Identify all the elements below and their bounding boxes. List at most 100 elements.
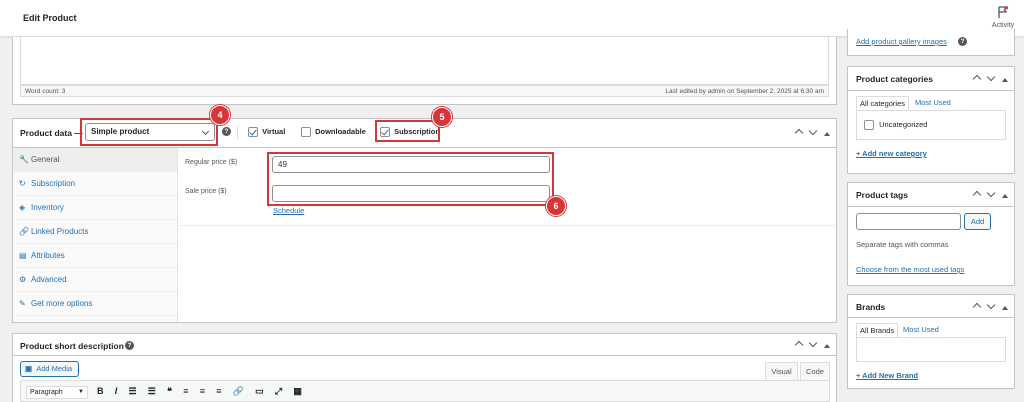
move-up-icon[interactable]	[972, 190, 982, 200]
add-media-button[interactable]: ▣ Add Media	[20, 361, 79, 377]
editor-status-bar: Word count: 3 Last edited by admin on Se…	[20, 85, 829, 97]
toggle-icon[interactable]	[1002, 306, 1008, 310]
annotation-box-5	[375, 120, 440, 142]
bold-icon[interactable]: B	[97, 386, 104, 396]
choose-most-used-tags-link[interactable]: Choose from the most used tags	[856, 265, 964, 274]
format-select[interactable]: Paragraph ▼	[26, 386, 88, 399]
tag-input[interactable]	[856, 213, 961, 230]
category-label: Uncategorized	[879, 120, 928, 129]
toggle-icon[interactable]	[824, 344, 830, 348]
toggle-icon[interactable]	[1002, 194, 1008, 198]
move-down-icon[interactable]	[986, 72, 996, 82]
align-right-icon[interactable]: ≡	[216, 386, 221, 396]
wrench-icon: 🔧	[19, 155, 29, 164]
numbered-list-icon[interactable]: ☰	[148, 386, 156, 397]
categories-title: Product categories	[856, 74, 933, 84]
product-gallery-box: Add product gallery images ?	[847, 29, 1015, 56]
brands-list	[856, 337, 1006, 362]
align-center-icon[interactable]: ≡	[200, 386, 205, 396]
link-icon[interactable]: 🔗	[233, 386, 244, 397]
tags-hint: Separate tags with commas	[856, 240, 949, 249]
add-new-category-link[interactable]: + Add new category	[856, 149, 927, 158]
tab-label: General	[31, 155, 60, 164]
box-handles[interactable]	[970, 188, 1008, 200]
last-edited: Last edited by admin on September 2, 202…	[665, 88, 824, 95]
fullscreen-icon[interactable]: ⤢	[275, 386, 282, 397]
short-description-title: Product short description	[20, 341, 124, 351]
tab-label: Advanced	[31, 275, 67, 284]
move-down-icon[interactable]	[986, 188, 996, 198]
move-up-icon[interactable]	[794, 340, 804, 350]
categories-header: Product categories	[848, 67, 1014, 91]
move-down-icon[interactable]	[808, 126, 818, 136]
move-up-icon[interactable]	[972, 302, 982, 312]
italic-icon[interactable]: I	[115, 386, 118, 396]
move-up-icon[interactable]	[794, 128, 804, 138]
box-handles[interactable]	[792, 126, 830, 138]
box-handles[interactable]	[792, 338, 830, 350]
tab-label: Inventory	[31, 203, 64, 212]
virtual-check[interactable]	[248, 127, 258, 138]
downloadable-checkbox[interactable]: Downloadable	[301, 127, 366, 138]
move-down-icon[interactable]	[808, 338, 818, 348]
tab-code-label: Code	[806, 367, 824, 376]
toggle-icon[interactable]	[824, 132, 830, 136]
category-checkbox[interactable]	[864, 120, 874, 131]
schedule-link[interactable]: Schedule	[273, 206, 304, 215]
product-tags-box: Product tags Add Separate tags with comm…	[847, 182, 1015, 286]
tab-label: Subscription	[31, 179, 76, 188]
editor-toolbar: Paragraph ▼ B I ☰ ☰ ❝ ≡ ≡ ≡ 🔗 ▭ ⤢ ▦	[20, 380, 830, 402]
downloadable-check[interactable]	[301, 127, 311, 138]
tab-general[interactable]: 🔧 General	[13, 148, 177, 172]
tab-visual[interactable]: Visual	[765, 362, 798, 380]
annotation-badge-4: 4	[210, 105, 230, 125]
add-tag-button[interactable]: Add	[964, 213, 991, 230]
editor-content-area[interactable]	[20, 37, 829, 85]
help-icon[interactable]: ?	[125, 341, 134, 350]
tab-get-more-options[interactable]: ✎ Get more options	[13, 292, 177, 316]
toolbar-buttons: B I ☰ ☰ ❝ ≡ ≡ ≡ 🔗 ▭ ⤢ ▦	[97, 386, 311, 397]
tab-code[interactable]: Code	[800, 362, 830, 380]
help-icon[interactable]: ?	[222, 127, 231, 136]
align-left-icon[interactable]: ≡	[183, 386, 188, 396]
toolbar-toggle-icon[interactable]: ▦	[293, 386, 302, 397]
blockquote-icon[interactable]: ❝	[167, 386, 172, 397]
tab-all-brands[interactable]: All Brands	[856, 323, 899, 337]
tab-most-used[interactable]: Most Used	[915, 98, 951, 107]
add-new-brand-link[interactable]: + Add New Brand	[856, 371, 918, 380]
move-up-icon[interactable]	[972, 74, 982, 84]
downloadable-label: Downloadable	[315, 127, 366, 136]
move-down-icon[interactable]	[986, 300, 996, 310]
virtual-checkbox[interactable]: Virtual	[248, 127, 285, 138]
tab-inventory[interactable]: ◈ Inventory	[13, 196, 177, 220]
tab-all-categories[interactable]: All categories	[856, 96, 910, 110]
activity-label: Activity	[991, 22, 1015, 29]
tab-linked-products[interactable]: 🔗 Linked Products	[13, 220, 177, 244]
tab-label: All Brands	[860, 326, 895, 335]
brands-box: Brands All Brands Most Used + Add New Br…	[847, 294, 1015, 389]
format-value: Paragraph	[30, 389, 63, 396]
help-icon[interactable]: ?	[958, 37, 967, 46]
box-handles[interactable]	[970, 300, 1008, 312]
tab-advanced[interactable]: ⚙ Advanced	[13, 268, 177, 292]
activity-button[interactable]: Activity	[990, 6, 1016, 29]
tab-most-used[interactable]: Most Used	[903, 325, 939, 334]
dropdown-arrow-icon: ▼	[78, 389, 84, 395]
refresh-icon: ↻	[19, 179, 26, 188]
tab-attributes[interactable]: ▤ Attributes	[13, 244, 177, 268]
add-gallery-link[interactable]: Add product gallery images	[856, 37, 947, 46]
tags-title: Product tags	[856, 190, 908, 200]
box-handles[interactable]	[970, 72, 1008, 84]
tab-label: Attributes	[31, 251, 65, 260]
flag-icon	[998, 6, 1009, 18]
tab-subscription[interactable]: ↻ Subscription	[13, 172, 177, 196]
list-icon: ▤	[19, 251, 27, 260]
toggle-icon[interactable]	[1002, 78, 1008, 82]
page-title: Edit Product	[23, 13, 77, 23]
category-item[interactable]: Uncategorized	[864, 120, 928, 131]
tags-header: Product tags	[848, 183, 1014, 207]
annotation-badge-6: 6	[546, 196, 566, 216]
bullet-list-icon[interactable]: ☰	[128, 386, 136, 397]
description-editor: Word count: 3 Last edited by admin on Se…	[12, 37, 837, 105]
read-more-icon[interactable]: ▭	[255, 386, 264, 397]
